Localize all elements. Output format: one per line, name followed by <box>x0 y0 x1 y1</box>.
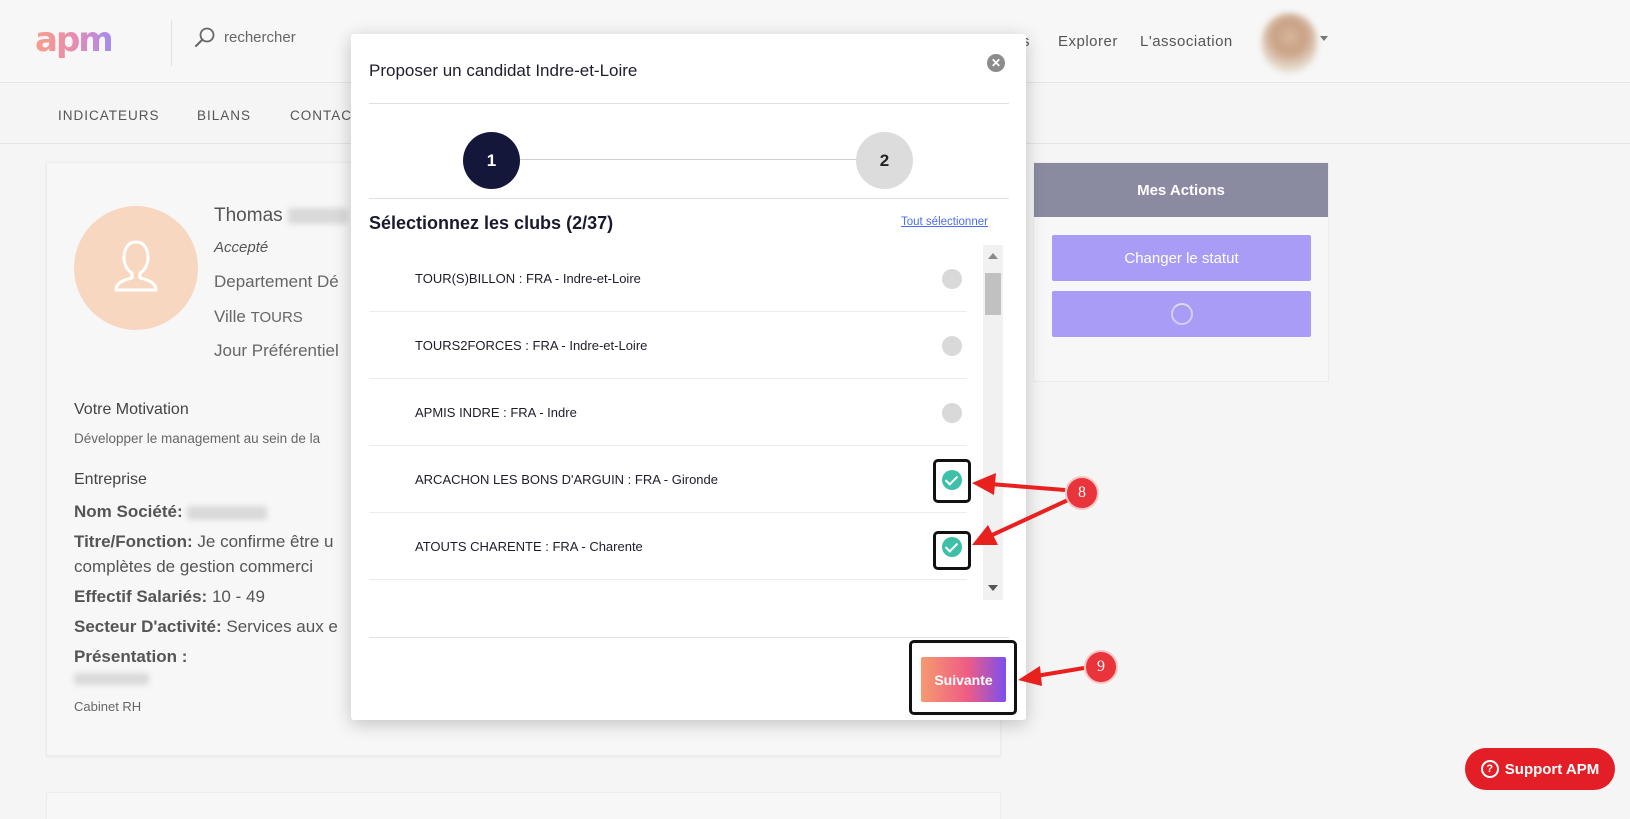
annotation-badge-8: 8 <box>1065 476 1099 510</box>
annotation-arrows <box>972 473 1085 686</box>
arrow-shaft-1 <box>989 482 1066 492</box>
arrow-head-1 <box>972 473 996 495</box>
arrow-shaft-3 <box>1035 666 1085 678</box>
annotation-badge-9: 9 <box>1084 650 1118 684</box>
arrow-head-3 <box>1018 666 1042 686</box>
arrow-shaft-2 <box>989 498 1069 538</box>
